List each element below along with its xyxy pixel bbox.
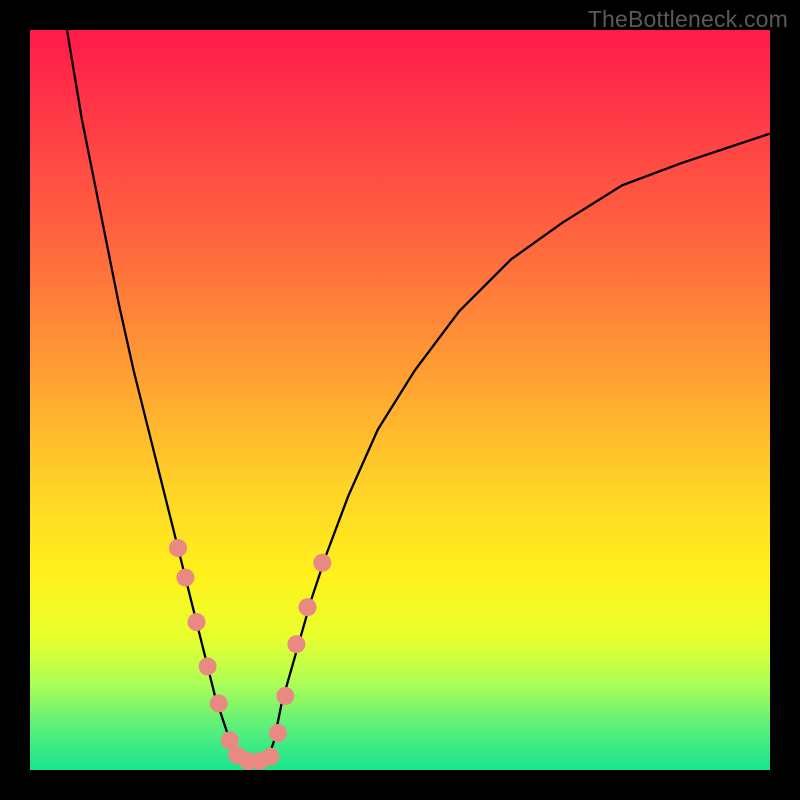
marker-dot [299, 598, 317, 616]
chart-frame: TheBottleneck.com [0, 0, 800, 800]
plot-area [30, 30, 770, 770]
marker-dot [269, 724, 287, 742]
marker-dot [262, 748, 280, 766]
marker-dots-group [169, 539, 331, 770]
marker-dot [199, 657, 217, 675]
marker-dot [276, 687, 294, 705]
marker-dot [176, 569, 194, 587]
series-left-curve [67, 30, 245, 763]
marker-dot [313, 554, 331, 572]
series-right-curve [267, 134, 770, 763]
marker-dot [210, 694, 228, 712]
marker-dot [188, 613, 206, 631]
watermark-text: TheBottleneck.com [588, 6, 788, 33]
curve-layer [30, 30, 770, 770]
curve-paths-group [67, 30, 770, 763]
marker-dot [287, 635, 305, 653]
marker-dot [169, 539, 187, 557]
